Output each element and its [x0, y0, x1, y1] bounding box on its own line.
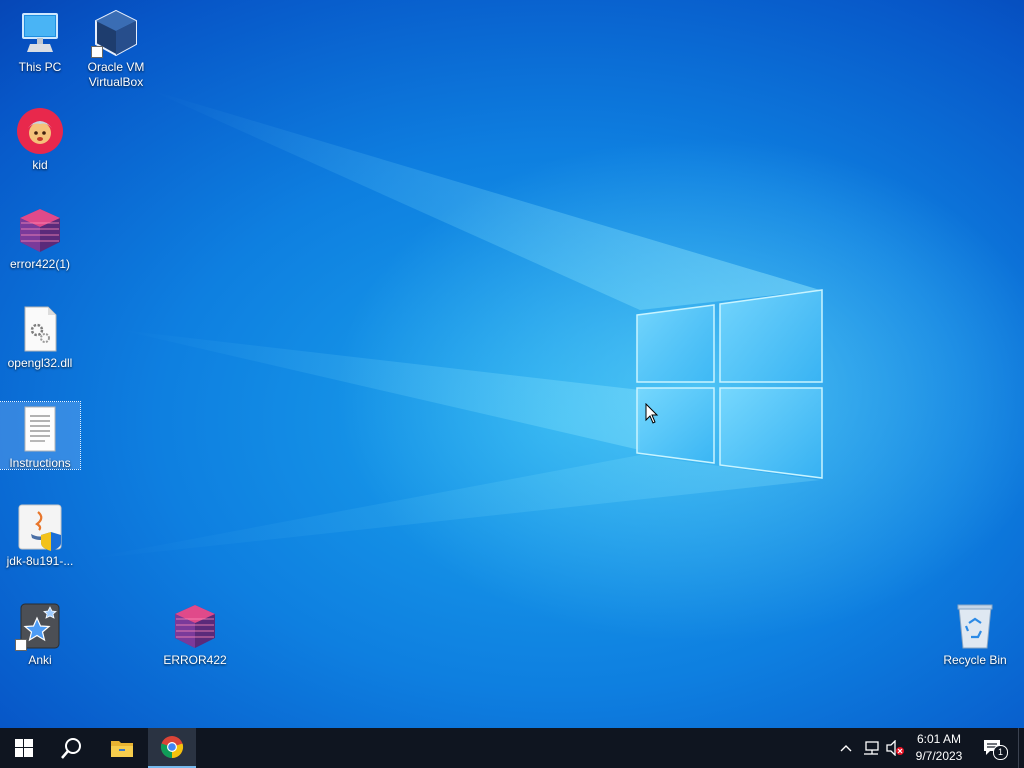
start-icon	[15, 739, 33, 757]
start-button[interactable]	[0, 728, 48, 768]
icon-label: error422(1)	[9, 257, 71, 271]
mouse-pointer-icon	[645, 403, 659, 424]
shortcut-arrow-icon	[91, 46, 103, 58]
recycle-bin-icon	[950, 601, 1000, 651]
icon-label: Instructions	[9, 456, 71, 470]
desktop-icon-error422[interactable]: ERROR422	[155, 599, 235, 668]
file-explorer-icon	[111, 741, 133, 757]
desktop-icon-virtualbox[interactable]: Oracle VM VirtualBox	[76, 6, 156, 90]
glitch-cube-icon	[15, 205, 65, 255]
virtualbox-icon	[91, 8, 141, 58]
desktop-icon-kid[interactable]: kid	[0, 104, 80, 173]
taskbar-chrome[interactable]	[148, 728, 196, 768]
kid-avatar-icon	[15, 106, 65, 156]
glitch-cube-icon	[170, 601, 220, 651]
clock-date: 9/7/2023	[915, 749, 963, 763]
clock-time: 6:01 AM	[916, 732, 962, 746]
icon-label: ERROR422	[163, 653, 227, 667]
notification-count-badge: 1	[993, 745, 1008, 760]
dll-file-icon	[15, 304, 65, 354]
network-status-button[interactable]	[860, 728, 882, 768]
desktop-icon-error422-1[interactable]: error422(1)	[0, 203, 80, 272]
anki-star-icon	[15, 601, 65, 651]
icon-label: This PC	[18, 60, 62, 74]
desktop-icon-this-pc[interactable]: This PC	[0, 6, 80, 75]
icon-label: kid	[32, 158, 48, 172]
java-installer-icon	[15, 502, 65, 552]
speaker-muted-icon	[886, 740, 904, 756]
desktop-icon-opengl32-dll[interactable]: opengl32.dll	[0, 302, 80, 371]
icon-label: opengl32.dll	[7, 356, 73, 370]
icon-label: Anki	[28, 653, 52, 667]
icon-label: jdk-8u191-...	[6, 554, 74, 568]
desktop-icon-jdk-installer[interactable]: jdk-8u191-...	[0, 500, 80, 569]
taskbar-file-explorer[interactable]	[98, 728, 146, 768]
icon-label: Recycle Bin	[943, 653, 1007, 667]
search-button[interactable]	[48, 728, 96, 768]
network-icon	[864, 741, 879, 755]
desktop-icon-instructions[interactable]: Instructions	[0, 401, 81, 470]
volume-button[interactable]	[884, 728, 906, 768]
windows-logo-wallpaper	[636, 289, 823, 479]
taskbar: 6:01 AM 9/7/2023 1	[0, 728, 1024, 768]
search-icon	[61, 738, 81, 759]
action-center-button[interactable]: 1	[978, 728, 1008, 768]
shortcut-arrow-icon	[15, 639, 27, 651]
desktop-icon-anki[interactable]: Anki	[0, 599, 80, 668]
chevron-up-icon	[840, 745, 852, 752]
taskbar-clock[interactable]: 6:01 AM 9/7/2023	[906, 731, 972, 765]
desktop[interactable]: This PC Oracle VM VirtualBox kid error42…	[0, 0, 1024, 728]
show-desktop-button[interactable]	[1018, 728, 1024, 768]
chrome-icon	[160, 736, 184, 759]
desktop-icon-recycle-bin[interactable]: Recycle Bin	[935, 599, 1015, 668]
wallpaper-light-beams	[80, 90, 820, 560]
monitor-icon	[15, 8, 65, 58]
show-hidden-icons-button[interactable]	[836, 728, 856, 768]
text-document-icon	[15, 404, 65, 454]
icon-label-line1: Oracle VM	[87, 60, 145, 74]
icon-label-line2: VirtualBox	[88, 75, 144, 89]
